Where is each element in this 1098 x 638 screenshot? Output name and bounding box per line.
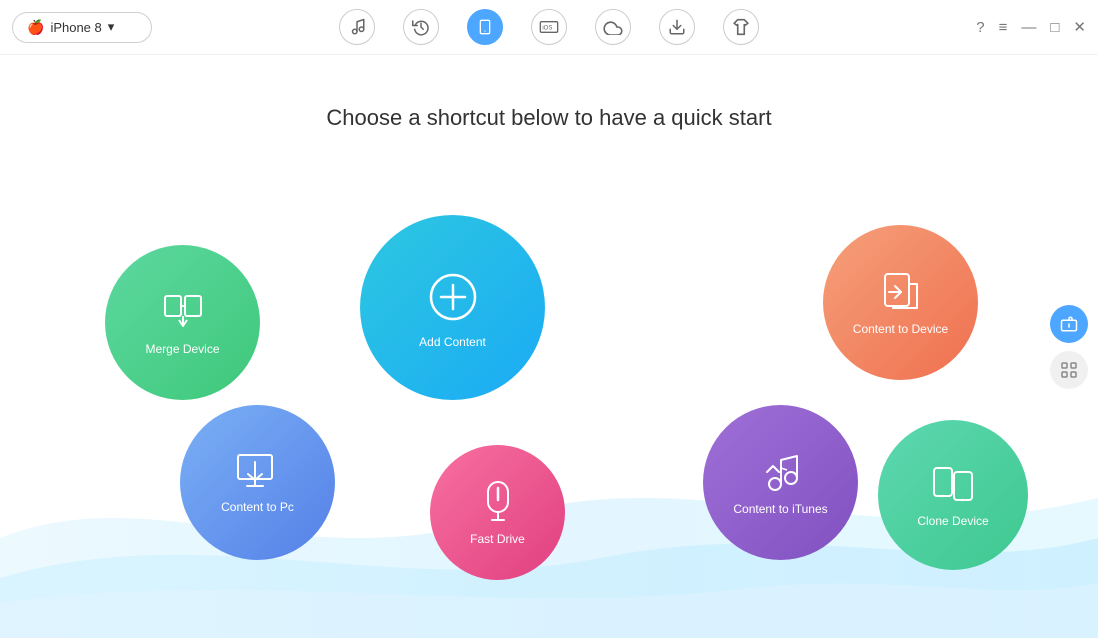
tools-float-button[interactable] — [1050, 305, 1088, 343]
merge-device-button[interactable]: Merge Device — [105, 245, 260, 400]
device-name: iPhone 8 — [50, 20, 101, 35]
menu-button[interactable]: ≡ — [999, 19, 1008, 36]
nav-music[interactable] — [339, 9, 375, 45]
content-to-itunes-button[interactable]: Content to iTunes — [703, 405, 858, 560]
nav-icons: iOS — [339, 9, 759, 45]
dropdown-arrow: ▾ — [108, 19, 115, 35]
content-to-device-button[interactable]: Content to Device — [823, 225, 978, 380]
nav-history[interactable] — [403, 9, 439, 45]
merge-device-label: Merge Device — [145, 342, 219, 356]
nav-themes[interactable] — [723, 9, 759, 45]
right-float-panel — [1050, 305, 1088, 389]
close-button[interactable]: ✕ — [1073, 18, 1086, 36]
nav-cloud[interactable] — [595, 9, 631, 45]
clone-device-button[interactable]: Clone Device — [878, 420, 1028, 570]
content-to-device-label: Content to Device — [853, 322, 948, 336]
grid-float-button[interactable] — [1050, 351, 1088, 389]
fast-drive-button[interactable]: Fast Drive — [430, 445, 565, 580]
clone-device-label: Clone Device — [917, 514, 988, 528]
main-content: Choose a shortcut below to have a quick … — [0, 55, 1098, 638]
add-content-button[interactable]: Add Content — [360, 215, 545, 400]
maximize-button[interactable]: □ — [1050, 19, 1059, 36]
fast-drive-label: Fast Drive — [470, 532, 525, 546]
shortcuts-area: Merge Device Add Content Content to Devi… — [50, 165, 1048, 638]
minimize-button[interactable]: — — [1021, 19, 1036, 36]
content-to-pc-button[interactable]: Content to Pc — [180, 405, 335, 560]
svg-text:iOS: iOS — [542, 26, 552, 32]
content-to-itunes-label: Content to iTunes — [733, 502, 827, 516]
window-controls: ? ≡ — □ ✕ — [976, 18, 1086, 36]
add-content-label: Add Content — [419, 335, 486, 349]
help-button[interactable]: ? — [976, 19, 984, 36]
content-to-pc-label: Content to Pc — [221, 500, 294, 514]
device-selector[interactable]: 🍎 iPhone 8 ▾ — [12, 12, 152, 43]
nav-ios[interactable]: iOS — [531, 9, 567, 45]
apple-icon: 🍎 — [27, 19, 44, 36]
page-title: Choose a shortcut below to have a quick … — [0, 55, 1098, 131]
nav-device[interactable] — [467, 9, 503, 45]
nav-download[interactable] — [659, 9, 695, 45]
titlebar: 🍎 iPhone 8 ▾ — [0, 0, 1098, 55]
